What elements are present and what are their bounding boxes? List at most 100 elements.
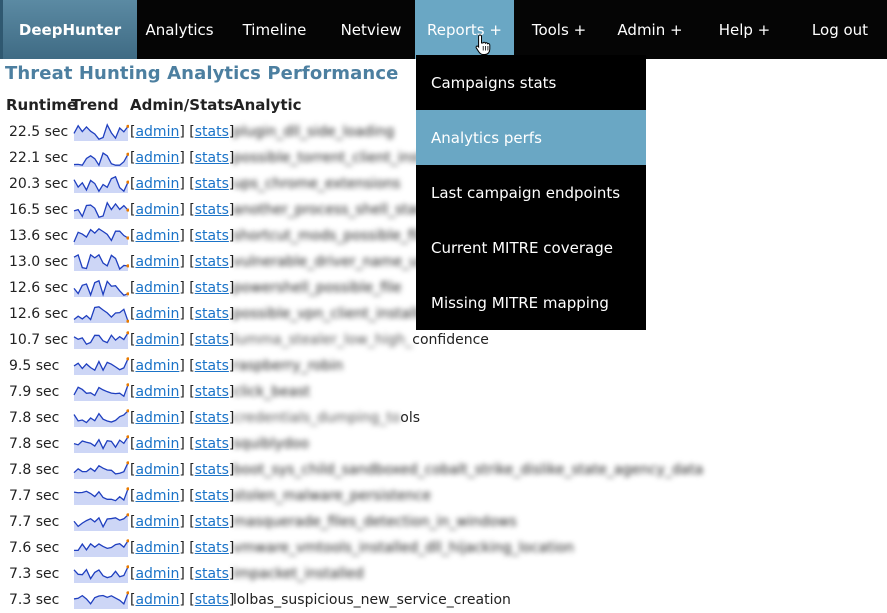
admin-stats-links: [admin] [stats] xyxy=(130,150,235,166)
admin-stats-links: [admin] [stats] xyxy=(130,254,235,270)
stats-link[interactable]: stats xyxy=(195,228,229,244)
stats-link[interactable]: stats xyxy=(195,488,229,504)
stats-link[interactable]: stats xyxy=(195,436,229,452)
admin-link[interactable]: admin xyxy=(135,566,179,582)
admin-link[interactable]: admin xyxy=(135,514,179,530)
admin-stats-links: [admin] [stats] xyxy=(130,202,235,218)
admin-link[interactable]: admin xyxy=(135,176,179,192)
admin-link[interactable]: admin xyxy=(135,540,179,556)
brand-logo[interactable]: DeepHunter xyxy=(0,0,137,59)
stats-link[interactable]: stats xyxy=(195,254,229,270)
table-row: 7.7 sec [admin] [stats] masquerade_files_d… xyxy=(0,509,887,535)
admin-link[interactable]: admin xyxy=(135,462,179,478)
admin-link[interactable]: admin xyxy=(135,358,179,374)
trend-sparkline xyxy=(73,279,129,297)
admin-stats-links: [admin] [stats] xyxy=(130,462,235,478)
admin-link[interactable]: admin xyxy=(135,124,179,140)
admin-stats-links: [admin] [stats] xyxy=(130,176,235,192)
table-row: 7.8 sec [admin] [stats] boot_sys_child_san… xyxy=(0,457,887,483)
admin-link[interactable]: admin xyxy=(135,332,179,348)
table-row: 7.7 sec [admin] [stats] stolen_malware_per… xyxy=(0,483,887,509)
admin-link[interactable]: admin xyxy=(135,488,179,504)
stats-link[interactable]: stats xyxy=(195,176,229,192)
trend-area xyxy=(74,176,128,193)
page-title: Threat Hunting Analytics Performance xyxy=(5,63,399,84)
trend-last-point xyxy=(126,591,129,595)
admin-stats-links: [admin] [stats] xyxy=(130,514,235,530)
admin-stats-links: [admin] [stats] xyxy=(130,124,235,140)
analytic-name: stolen_malware_persistence xyxy=(233,488,431,504)
stats-link[interactable]: stats xyxy=(195,514,229,530)
analytic-name: vmware_vmtools_installed_dll_hijacking_l… xyxy=(233,540,575,556)
nav-help[interactable]: Help + xyxy=(696,0,793,59)
trend-sparkline xyxy=(73,227,129,245)
admin-link[interactable]: admin xyxy=(135,592,179,608)
admin-link[interactable]: admin xyxy=(135,306,179,322)
runtime-value: 13.0 sec xyxy=(9,254,69,270)
admin-link[interactable]: admin xyxy=(135,410,179,426)
analytic-name: click_beast xyxy=(233,384,311,400)
admin-link[interactable]: admin xyxy=(135,436,179,452)
admin-link[interactable]: admin xyxy=(135,228,179,244)
stats-link[interactable]: stats xyxy=(195,566,229,582)
nav-netview[interactable]: Netview xyxy=(327,0,415,59)
stats-link[interactable]: stats xyxy=(195,150,229,166)
stats-link[interactable]: stats xyxy=(195,384,229,400)
trend-sparkline xyxy=(73,383,129,401)
col-analytic: Analytic xyxy=(233,96,302,114)
table-row: 7.3 sec [admin] [stats] lolbas_suspicious_… xyxy=(0,587,887,613)
runtime-value: 7.9 sec xyxy=(9,384,60,400)
top-navbar: DeepHunter Analytics Timeline Netview Re… xyxy=(0,0,887,59)
nav-analytics[interactable]: Analytics xyxy=(137,0,222,59)
admin-link[interactable]: admin xyxy=(135,280,179,296)
stats-link[interactable]: stats xyxy=(195,592,229,608)
table-row: 7.6 sec [admin] [stats] vmware_vmtools_ins… xyxy=(0,535,887,561)
trend-sparkline xyxy=(73,175,129,193)
stats-link[interactable]: stats xyxy=(195,332,229,348)
trend-last-point xyxy=(126,487,129,491)
stats-link[interactable]: stats xyxy=(195,358,229,374)
admin-stats-links: [admin] [stats] xyxy=(130,566,235,582)
admin-stats-links: [admin] [stats] xyxy=(130,436,235,452)
nav-reports[interactable]: Reports + xyxy=(415,0,514,59)
stats-link[interactable]: stats xyxy=(195,124,229,140)
nav-timeline[interactable]: Timeline xyxy=(222,0,327,59)
analytic-name: raspberry_robin xyxy=(233,358,344,374)
admin-stats-links: [admin] [stats] xyxy=(130,540,235,556)
menu-last-campaign-endpoints[interactable]: Last campaign endpoints xyxy=(416,165,646,220)
admin-link[interactable]: admin xyxy=(135,202,179,218)
analytic-name: lolbas_suspicious_new_service_creation xyxy=(233,592,511,608)
analytic-name-visible: ols xyxy=(400,410,421,426)
reports-dropdown: Campaigns stats Analytics perfs Last cam… xyxy=(416,55,646,330)
menu-current-mitre-coverage[interactable]: Current MITRE coverage xyxy=(416,220,646,275)
admin-link[interactable]: admin xyxy=(135,384,179,400)
nav-logout[interactable]: Log out xyxy=(793,0,887,59)
menu-analytics-perfs[interactable]: Analytics perfs xyxy=(416,110,646,165)
admin-stats-links: [admin] [stats] xyxy=(130,358,235,374)
stats-link[interactable]: stats xyxy=(195,462,229,478)
trend-sparkline xyxy=(73,513,129,531)
admin-stats-links: [admin] [stats] xyxy=(130,306,235,322)
menu-campaigns-stats[interactable]: Campaigns stats xyxy=(416,55,646,110)
stats-link[interactable]: stats xyxy=(195,280,229,296)
admin-link[interactable]: admin xyxy=(135,254,179,270)
trend-sparkline xyxy=(73,487,129,505)
analytic-name: masquerade_files_detection_in_windows xyxy=(233,514,517,530)
runtime-value: 7.8 sec xyxy=(9,436,60,452)
analytic-name: another_process_shell_started xyxy=(233,202,446,218)
stats-link[interactable]: stats xyxy=(195,540,229,556)
stats-link[interactable]: stats xyxy=(195,306,229,322)
trend-sparkline xyxy=(73,409,129,427)
analytic-name-blurred: credentials_dumping_to xyxy=(233,410,401,426)
runtime-value: 13.6 sec xyxy=(9,228,69,244)
nav-admin[interactable]: Admin + xyxy=(604,0,696,59)
analytic-name: shortcut_mods_possible_files xyxy=(233,228,437,244)
admin-link[interactable]: admin xyxy=(135,150,179,166)
stats-link[interactable]: stats xyxy=(195,202,229,218)
analytic-name: powershell_possible_file xyxy=(233,280,402,296)
runtime-value: 22.5 sec xyxy=(9,124,69,140)
nav-tools[interactable]: Tools + xyxy=(514,0,604,59)
menu-missing-mitre-mapping[interactable]: Missing MITRE mapping xyxy=(416,275,646,330)
trend-sparkline xyxy=(73,461,129,479)
stats-link[interactable]: stats xyxy=(195,410,229,426)
